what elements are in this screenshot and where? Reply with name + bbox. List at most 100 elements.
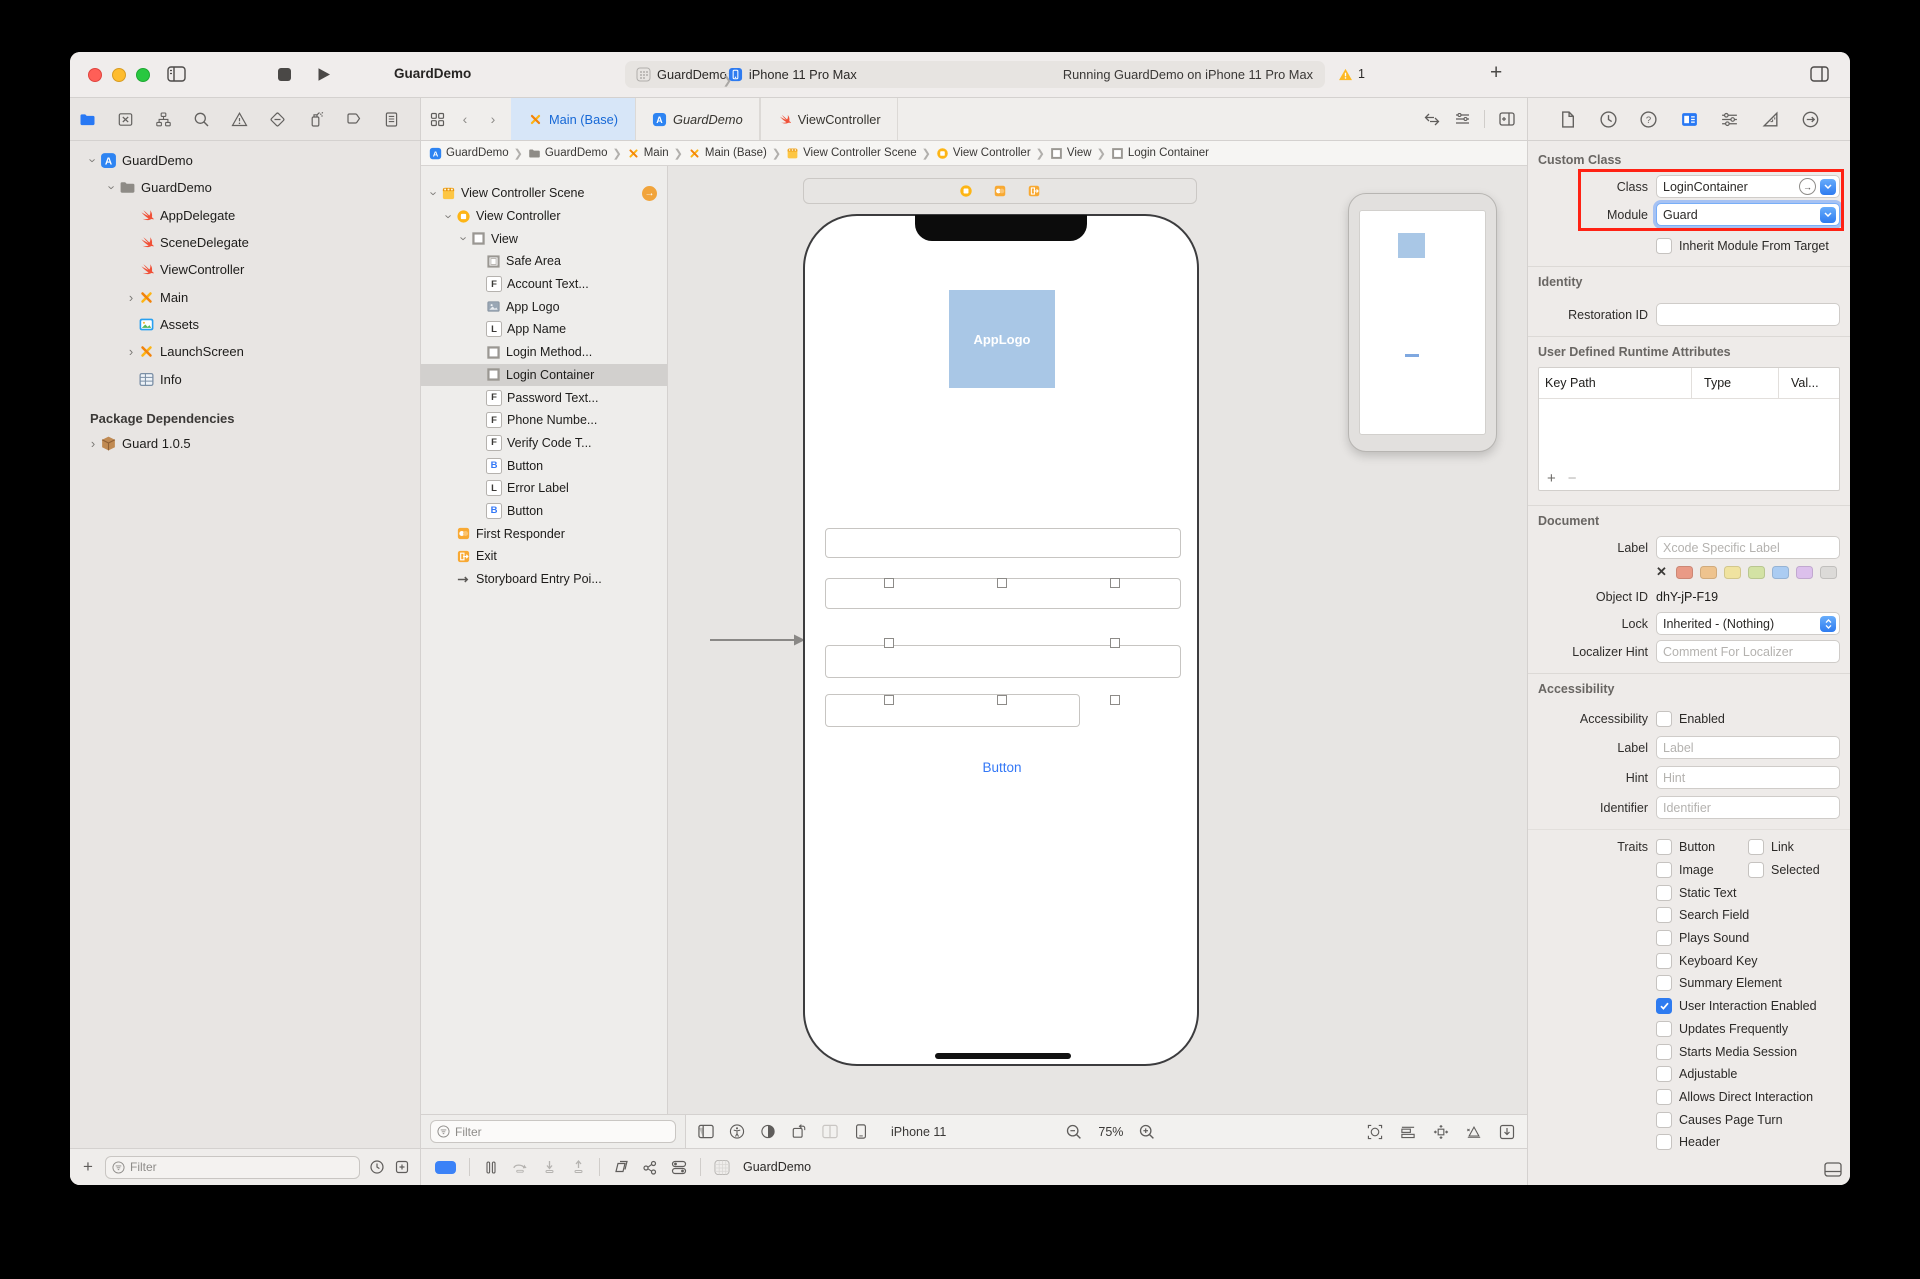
- class-dropdown-icon[interactable]: [1820, 178, 1836, 195]
- trait-keyboard-key[interactable]: Keyboard Key: [1656, 952, 1774, 969]
- disclosure-chevron-icon[interactable]: ›: [124, 291, 138, 304]
- verify-code-textfield[interactable]: [825, 694, 1080, 727]
- selection-handle[interactable]: [1110, 638, 1120, 648]
- trait-checkbox[interactable]: [1656, 1088, 1672, 1105]
- update-frames-icon[interactable]: [1367, 1124, 1383, 1140]
- trait-link[interactable]: Link: [1748, 839, 1840, 856]
- add-file-button[interactable]: +: [80, 1157, 96, 1176]
- recent-files-icon[interactable]: [369, 1159, 385, 1175]
- outline-item-button[interactable]: B Button: [421, 454, 667, 477]
- inspector-tab-help-inspector-icon[interactable]: ?: [1639, 110, 1658, 129]
- label-color-swatch-1[interactable]: [1699, 565, 1717, 579]
- step-out-icon[interactable]: [570, 1159, 586, 1175]
- nav-tab-breakpoint-navigator-icon[interactable]: [344, 110, 362, 128]
- add-attribute-button[interactable]: +: [1547, 470, 1556, 487]
- outline-item-safe-area[interactable]: Safe Area: [421, 250, 667, 273]
- outline-item-error-label[interactable]: L Error Label: [421, 477, 667, 500]
- selection-handle[interactable]: [1110, 695, 1120, 705]
- trait-static-text[interactable]: Static Text: [1656, 884, 1774, 901]
- label-color-swatch-3[interactable]: [1747, 565, 1765, 579]
- trait-adjustable[interactable]: Adjustable: [1656, 1066, 1774, 1083]
- navigator-item-launchscreen[interactable]: › LaunchScreen: [70, 338, 420, 365]
- selection-handle[interactable]: [997, 695, 1007, 705]
- trait-selected[interactable]: Selected: [1748, 862, 1840, 879]
- outline-toggle-icon[interactable]: [698, 1124, 714, 1140]
- go-back-icon[interactable]: ‹: [457, 111, 473, 127]
- breadcrumb-login-container[interactable]: Login Container: [1111, 147, 1209, 160]
- trait-checkbox[interactable]: [1748, 862, 1764, 879]
- trait-plays-sound[interactable]: Plays Sound: [1656, 930, 1774, 947]
- breadcrumb-main[interactable]: Main: [627, 147, 669, 160]
- trait-starts-media-session[interactable]: Starts Media Session: [1656, 1043, 1797, 1060]
- tab-viewcontroller[interactable]: ViewController: [759, 98, 898, 140]
- package-item-guard[interactable]: › Guard 1.0.5: [70, 430, 420, 457]
- outline-item-view[interactable]: › View: [421, 227, 667, 250]
- trait-checkbox[interactable]: [1656, 884, 1672, 901]
- outline-item-app-logo[interactable]: App Logo: [421, 295, 667, 318]
- add-editor-icon[interactable]: [1499, 111, 1515, 127]
- outline-item-account-text-[interactable]: F Account Text...: [421, 273, 667, 296]
- device-menu[interactable]: iPhone 11: [891, 1125, 946, 1139]
- trait-checkbox[interactable]: [1656, 998, 1672, 1015]
- breadcrumb-guarddemo[interactable]: GuardDemo: [528, 147, 608, 160]
- inspector-tab-identity-inspector-icon[interactable]: [1680, 110, 1699, 129]
- localizer-hint-field[interactable]: [1656, 640, 1840, 663]
- zoom-out-icon[interactable]: [1066, 1124, 1082, 1140]
- navigator-item-assets[interactable]: Assets: [70, 311, 420, 338]
- inherit-module-checkbox[interactable]: [1656, 237, 1672, 254]
- a11y-label-field[interactable]: [1656, 736, 1840, 759]
- device-icon[interactable]: [853, 1124, 869, 1140]
- label-color-swatch-4[interactable]: [1771, 565, 1789, 579]
- button-view[interactable]: Button: [957, 760, 1047, 775]
- go-forward-icon[interactable]: ›: [485, 111, 501, 127]
- new-tab-button[interactable]: +: [1490, 61, 1502, 85]
- trait-checkbox[interactable]: [1656, 930, 1672, 947]
- outline-item-view-controller-scene[interactable]: › View Controller Scene →: [421, 182, 667, 205]
- view-controller-icon[interactable]: [959, 184, 973, 198]
- trait-checkbox[interactable]: [1656, 907, 1672, 924]
- label-color-swatch-2[interactable]: [1723, 565, 1741, 579]
- environment-overrides-icon[interactable]: [671, 1159, 687, 1175]
- tab-overview-icon[interactable]: [429, 111, 445, 127]
- source-control-status-icon[interactable]: [394, 1159, 410, 1175]
- nav-tab-source-control-icon[interactable]: [116, 110, 134, 128]
- resolve-layout-icon[interactable]: [1466, 1124, 1482, 1140]
- selection-handle[interactable]: [997, 578, 1007, 588]
- pause-execution-icon[interactable]: [483, 1159, 499, 1175]
- nav-tab-debug-navigator-icon[interactable]: [306, 110, 324, 128]
- scene-dock-arrow-icon[interactable]: →: [642, 185, 657, 201]
- debug-app-label[interactable]: GuardDemo: [743, 1160, 811, 1174]
- nav-tab-issue-navigator-icon[interactable]: [230, 110, 248, 128]
- breadcrumb-guarddemo[interactable]: A GuardDemo: [429, 147, 509, 160]
- label-color-swatch-5[interactable]: [1795, 565, 1813, 579]
- split-preview-icon[interactable]: [822, 1124, 838, 1140]
- memory-graph-icon[interactable]: [642, 1159, 658, 1175]
- navigator-item-appdelegate[interactable]: AppDelegate: [70, 202, 420, 229]
- rotate-device-icon[interactable]: [791, 1124, 807, 1140]
- trait-updates-frequently[interactable]: Updates Frequently: [1656, 1020, 1788, 1037]
- inherit-module-checkbox-row[interactable]: Inherit Module From Target: [1656, 237, 1829, 254]
- disclosure-chevron-icon[interactable]: ›: [124, 345, 138, 358]
- outline-item-password-text-[interactable]: F Password Text...: [421, 386, 667, 409]
- trait-user-interaction-enabled[interactable]: User Interaction Enabled: [1656, 998, 1817, 1015]
- breadcrumb-view-controller[interactable]: View Controller: [936, 147, 1031, 160]
- trait-allows-direct-interaction[interactable]: Allows Direct Interaction: [1656, 1088, 1813, 1105]
- trait-checkbox[interactable]: [1656, 1043, 1672, 1060]
- label-color-swatch-6[interactable]: [1819, 565, 1837, 579]
- disclosure-chevron-icon[interactable]: ›: [86, 154, 101, 168]
- outline-item-phone-numbe-[interactable]: F Phone Numbe...: [421, 409, 667, 432]
- app-logo-view[interactable]: AppLogo: [949, 290, 1055, 388]
- outline-item-exit[interactable]: Exit: [421, 545, 667, 568]
- restoration-id-field[interactable]: [1656, 303, 1840, 326]
- lock-stepper-icon[interactable]: [1820, 615, 1836, 632]
- outline-item-storyboard-entry-poi-[interactable]: Storyboard Entry Poi...: [421, 568, 667, 591]
- code-review-icon[interactable]: [1424, 111, 1440, 127]
- step-over-icon[interactable]: [512, 1159, 528, 1175]
- navigator-item-viewcontroller[interactable]: ViewController: [70, 256, 420, 283]
- navigator-filter-field[interactable]: Filter: [105, 1155, 360, 1179]
- label-color-swatch-0[interactable]: [1675, 565, 1693, 579]
- step-into-icon[interactable]: [541, 1159, 557, 1175]
- app-process-icon[interactable]: [714, 1159, 730, 1175]
- trait-checkbox[interactable]: [1748, 839, 1764, 856]
- navigator-item-guarddemo[interactable]: › GuardDemo: [70, 174, 420, 201]
